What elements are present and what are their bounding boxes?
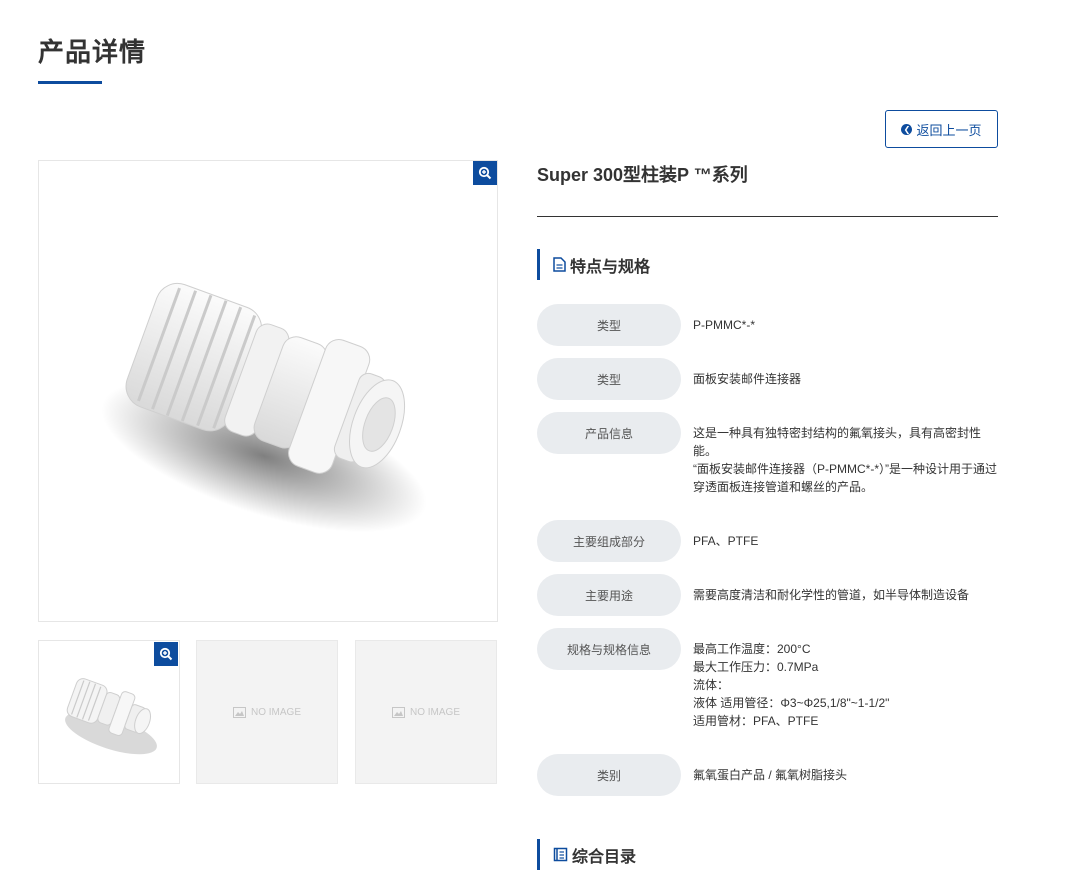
spec-value: 氟氧蛋白产品 / 氟氧树脂接头 <box>693 768 848 782</box>
spec-label: 类别 <box>537 754 681 796</box>
spec-value: 需要高度清洁和耐化学性的管道，如半导体制造设备 <box>693 588 970 602</box>
document-icon <box>553 257 566 272</box>
thumbnail-2[interactable]: NO IMAGE <box>196 640 338 784</box>
image-placeholder-icon <box>391 706 405 718</box>
spec-value: 面板安装邮件连接器 <box>693 372 802 386</box>
page-title: 产品详情 <box>38 37 147 67</box>
title-divider <box>537 216 998 217</box>
zoom-in-icon <box>478 166 492 180</box>
fitting-illustration <box>101 282 427 533</box>
spec-label: 规格与规格信息 <box>537 628 681 670</box>
features-section-title: 特点与规格 <box>570 258 651 276</box>
spec-label: 类型 <box>537 304 681 346</box>
zoom-in-button[interactable] <box>473 161 497 185</box>
product-title: Super 300型柱装P ™系列 <box>537 165 748 185</box>
back-button-label: 返回上一页 <box>916 122 982 138</box>
back-button[interactable]: ❮ 返回上一页 <box>885 110 998 148</box>
no-image-label: NO IMAGE <box>250 706 301 718</box>
thumbnail-zoom-button[interactable] <box>154 642 178 666</box>
catalog-section-heading[interactable]: 综合目录 <box>537 839 636 870</box>
thumbnail-3[interactable]: NO IMAGE <box>355 640 497 784</box>
catalog-section-title: 综合目录 <box>572 848 637 866</box>
thumbnail-1[interactable] <box>38 640 180 784</box>
spec-value: PFA、PTFE <box>693 534 759 548</box>
no-image-label: NO IMAGE <box>409 706 460 718</box>
image-placeholder-icon <box>232 706 246 718</box>
spec-label: 主要组成部分 <box>537 520 681 562</box>
main-product-image[interactable] <box>38 160 498 622</box>
title-underline <box>38 81 102 84</box>
spec-value: P-PMMC*-* <box>693 318 755 332</box>
spec-value: 最高工作温度：200°C 最大工作压力：0.7MPa 流体： 液体 适用管径：Φ… <box>693 642 890 728</box>
spec-label: 主要用途 <box>537 574 681 616</box>
spec-label: 产品信息 <box>537 412 681 454</box>
spec-value: 这是一种具有独特密封结构的氟氧接头，具有高密封性 能。 “面板安装邮件连接器（P… <box>693 426 997 494</box>
spec-label: 类型 <box>537 358 681 400</box>
zoom-in-icon <box>159 647 173 661</box>
book-icon <box>553 847 568 862</box>
features-section-heading: 特点与规格 <box>537 249 650 280</box>
arrow-left-circle-icon: ❮ <box>901 123 913 135</box>
